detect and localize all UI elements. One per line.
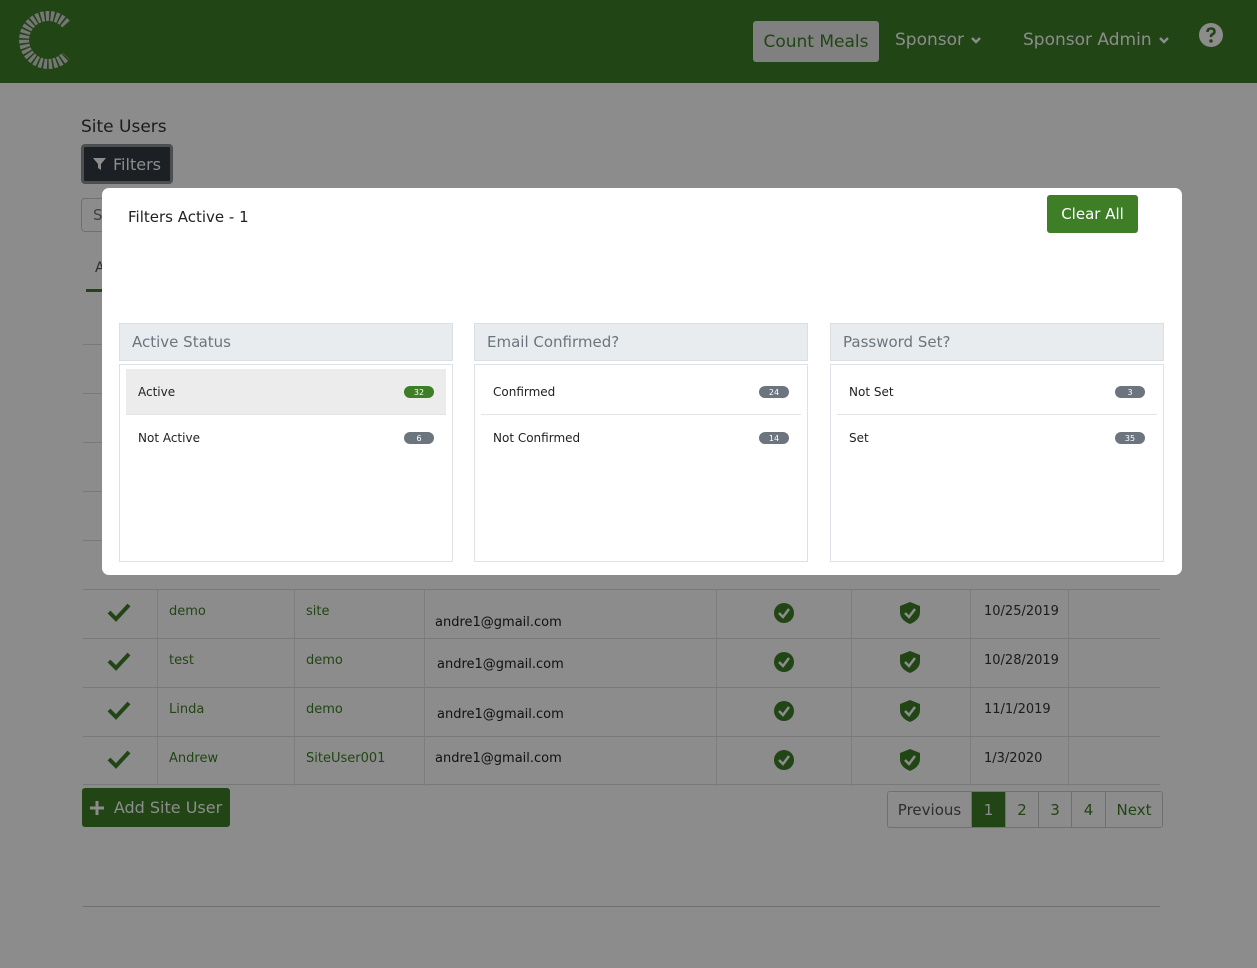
facet-label: Confirmed <box>493 384 556 399</box>
facet-count-badge: 32 <box>404 386 434 398</box>
facet-label: Not Set <box>849 384 894 399</box>
facet-label: Set <box>849 431 869 445</box>
facet-label: Active <box>138 384 176 399</box>
panel-heading: Password Set? <box>830 323 1164 361</box>
facet-count-badge: 3 <box>1115 386 1145 398</box>
facet-not-confirmed[interactable]: Not Confirmed 14 <box>481 415 801 461</box>
facet-not-active[interactable]: Not Active 6 <box>126 415 446 461</box>
filter-panel-email-confirmed: Email Confirmed? Confirmed 24 Not Confir… <box>474 323 808 563</box>
facet-not-set[interactable]: Not Set 3 <box>837 369 1157 415</box>
panel-body: Confirmed 24 Not Confirmed 14 <box>474 364 808 562</box>
filter-panel-active-status: Active Status Active 32 Not Active 6 <box>119 323 453 563</box>
panel-heading: Active Status <box>119 323 453 361</box>
panel-body: Active 32 Not Active 6 <box>119 364 453 562</box>
panel-body: Not Set 3 Set 35 <box>830 364 1164 562</box>
facet-count-badge: 24 <box>759 386 789 398</box>
facet-count-badge: 14 <box>759 432 789 444</box>
modal-title: Filters Active - 1 <box>128 208 249 226</box>
filter-panel-password-set: Password Set? Not Set 3 Set 35 <box>830 323 1164 563</box>
clear-all-button[interactable]: Clear All <box>1047 195 1138 233</box>
facet-set[interactable]: Set 35 <box>837 415 1157 461</box>
facet-active[interactable]: Active 32 <box>126 369 446 415</box>
facet-label: Not Active <box>138 431 200 445</box>
panel-heading: Email Confirmed? <box>474 323 808 361</box>
facet-confirmed[interactable]: Confirmed 24 <box>481 369 801 415</box>
facet-count-badge: 35 <box>1115 432 1145 444</box>
filters-modal: Filters Active - 1 Clear All Active Stat… <box>102 188 1182 575</box>
facet-label: Not Confirmed <box>493 431 581 445</box>
facet-count-badge: 6 <box>404 432 434 444</box>
